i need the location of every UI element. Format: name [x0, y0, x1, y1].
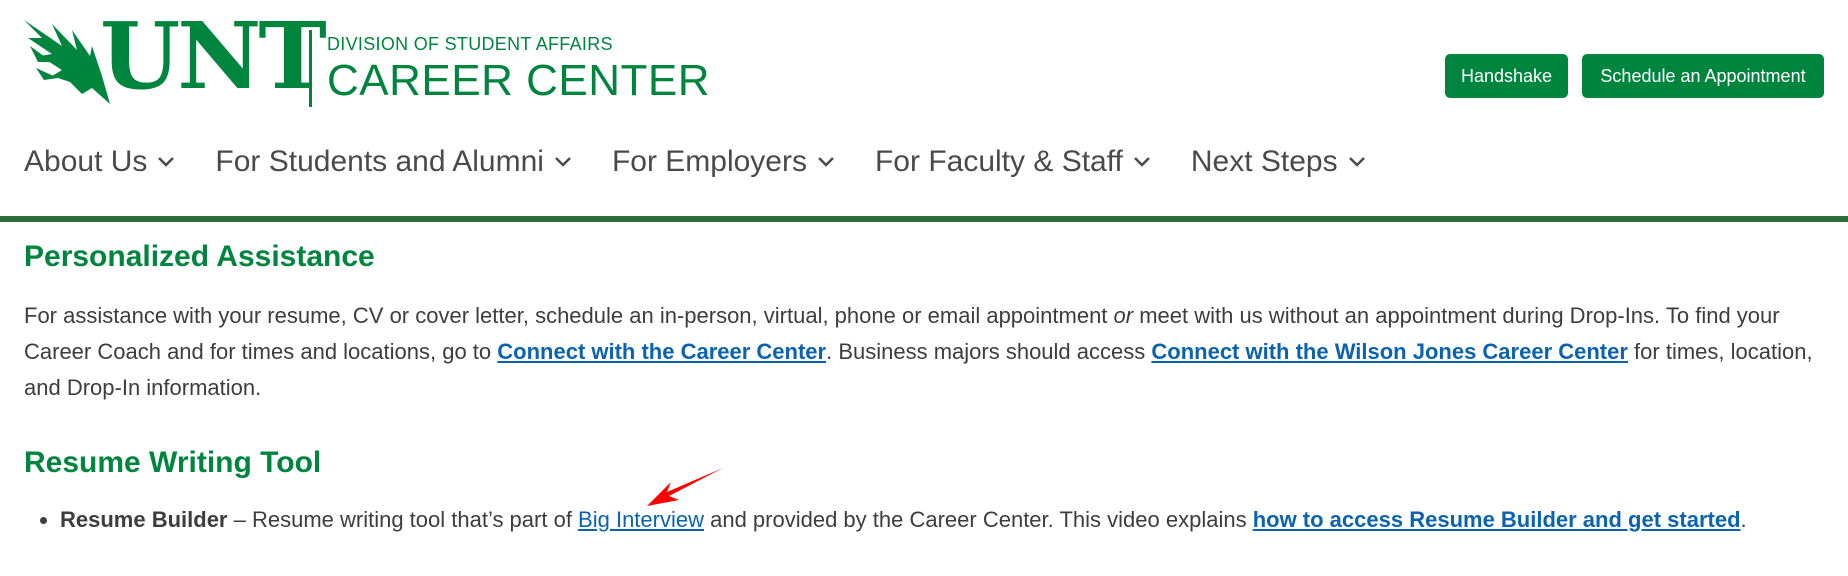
- connect-career-center-link[interactable]: Connect with the Career Center: [497, 339, 826, 364]
- main-nav: About Us For Students and Alumni For Emp…: [24, 145, 1406, 179]
- text-segment: . Business majors should access: [826, 339, 1152, 364]
- nav-label: For Employers: [611, 145, 807, 178]
- nav-employers[interactable]: For Employers: [612, 145, 835, 179]
- red-arrow-annotation: [647, 468, 723, 506]
- text-segment: – Resume writing tool that’s part of: [227, 507, 579, 532]
- nav-label: For Faculty & Staff: [874, 145, 1123, 178]
- resume-builder-label: Resume Builder: [60, 507, 228, 532]
- resume-tool-list: Resume Builder – Resume writing tool tha…: [24, 502, 1848, 538]
- nav-label: About Us: [24, 145, 148, 178]
- nav-label: Next Steps: [1190, 145, 1338, 178]
- unt-wordmark: UNT: [100, 2, 327, 110]
- text-segment: and provided by the Career Center. This …: [704, 507, 1253, 532]
- site-header: UNT DIVISION OF STUDENT AFFAIRS CAREER C…: [0, 0, 1848, 222]
- section-title-resume: Resume Writing Tool: [24, 446, 322, 479]
- section-title-assistance: Personalized Assistance: [24, 240, 375, 273]
- eagle-icon: [24, 20, 110, 104]
- nav-students-alumni[interactable]: For Students and Alumni: [215, 145, 572, 179]
- text-segment: For assistance with your resume, CV or c…: [24, 303, 1114, 328]
- wilson-jones-link[interactable]: Connect with the Wilson Jones Career Cen…: [1151, 339, 1628, 364]
- chevron-down-icon: [158, 157, 175, 167]
- chevron-down-icon: [818, 157, 834, 167]
- emphasis-or: or: [1113, 303, 1134, 328]
- resume-builder-video-link[interactable]: how to access Resume Builder and get sta…: [1253, 507, 1741, 532]
- handshake-button[interactable]: Handshake: [1445, 54, 1568, 98]
- division-label: DIVISION OF STUDENT AFFAIRS: [327, 34, 613, 54]
- chevron-down-icon: [1133, 157, 1150, 167]
- nav-next-steps[interactable]: Next Steps: [1191, 145, 1366, 179]
- header-divider: [0, 216, 1848, 222]
- logo-divider: [309, 30, 312, 107]
- schedule-appointment-button[interactable]: Schedule an Appointment: [1582, 54, 1824, 98]
- nav-label: For Students and Alumni: [215, 145, 544, 178]
- chevron-down-icon: [555, 157, 571, 167]
- chevron-down-icon: [1348, 157, 1365, 167]
- assistance-paragraph: For assistance with your resume, CV or c…: [24, 298, 1814, 406]
- text-segment: .: [1740, 507, 1747, 532]
- nav-about-us[interactable]: About Us: [24, 145, 175, 179]
- nav-faculty-staff[interactable]: For Faculty & Staff: [875, 145, 1151, 179]
- unt-logo[interactable]: [22, 16, 112, 106]
- big-interview-link[interactable]: Big Interview: [578, 507, 704, 532]
- main-content: Personalized Assistance For assistance w…: [24, 240, 1814, 532]
- career-center-title: CAREER CENTER: [327, 56, 710, 105]
- list-item: Resume Builder – Resume writing tool tha…: [60, 502, 1848, 538]
